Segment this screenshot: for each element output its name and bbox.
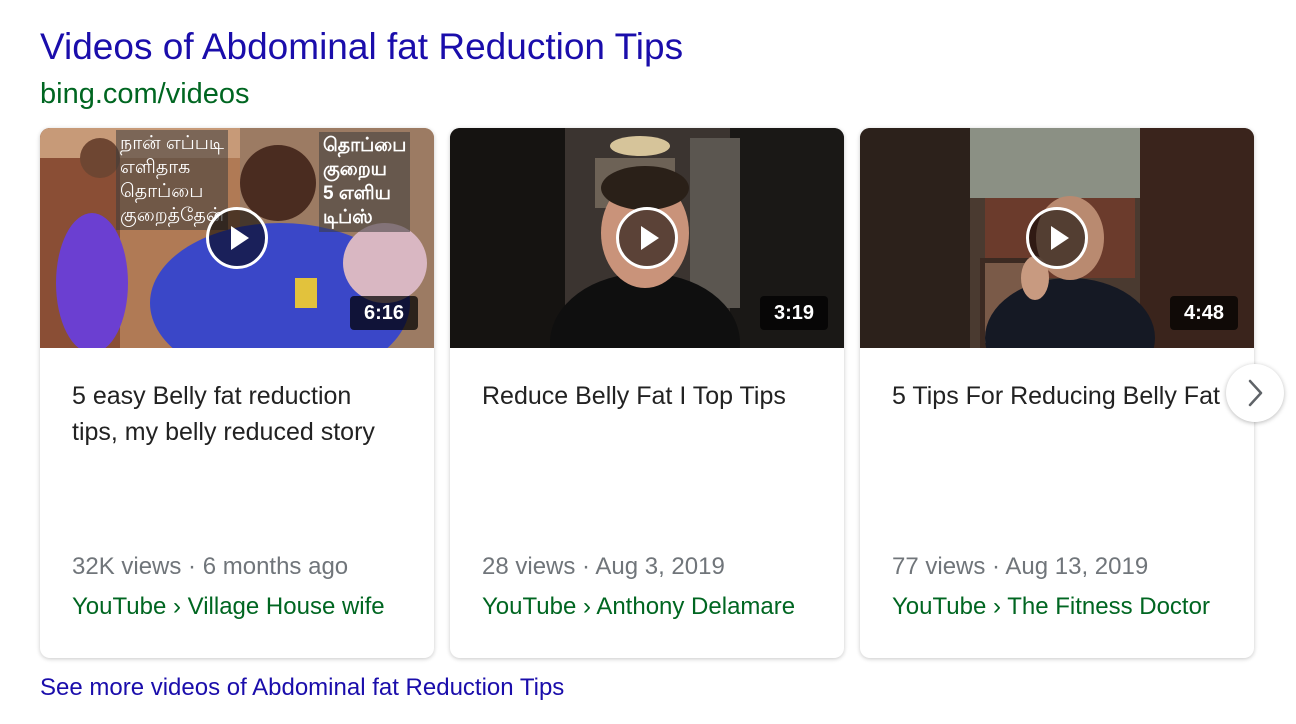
video-source: YouTube › The Fitness Doctor <box>892 593 1210 620</box>
play-icon[interactable] <box>206 207 268 269</box>
video-duration-badge: 6:16 <box>349 296 418 330</box>
video-title[interactable]: 5 easy Belly fat reduction tips, my bell… <box>72 378 402 450</box>
video-thumbnail[interactable]: நான் எப்படி எளிதாக தொப்பை குறைத்தேன் தொப… <box>40 128 434 348</box>
video-thumbnail[interactable]: 4:48 <box>860 128 1254 348</box>
video-title[interactable]: 5 Tips For Reducing Belly Fat <box>892 378 1222 414</box>
play-icon[interactable] <box>616 207 678 269</box>
video-source: YouTube › Anthony Delamare <box>482 593 796 620</box>
video-card-2[interactable]: 3:19 Reduce Belly Fat I Top Tips 28 view… <box>450 128 844 658</box>
video-duration-badge: 4:48 <box>1169 296 1238 330</box>
video-card-1[interactable]: நான் எப்படி எளிதாக தொப்பை குறைத்தேன் தொப… <box>40 128 434 658</box>
chevron-right-icon <box>1248 379 1263 407</box>
play-icon[interactable] <box>1026 207 1088 269</box>
video-meta: 28 views · Aug 3, 2019 <box>482 553 725 580</box>
video-meta: 32K views · 6 months ago <box>72 553 349 580</box>
see-more-videos-link[interactable]: See more videos of Abdominal fat Reducti… <box>40 674 564 702</box>
video-meta: 77 views · Aug 13, 2019 <box>892 553 1149 580</box>
video-card-3[interactable]: 4:48 5 Tips For Reducing Belly Fat 77 vi… <box>860 128 1254 658</box>
video-duration-badge: 3:19 <box>759 296 828 330</box>
carousel-next-button[interactable] <box>1226 364 1284 422</box>
section-source-url: bing.com/videos <box>40 78 250 110</box>
video-source: YouTube › Village House wife <box>72 593 385 620</box>
video-title[interactable]: Reduce Belly Fat I Top Tips <box>482 378 812 414</box>
video-thumbnail[interactable]: 3:19 <box>450 128 844 348</box>
section-title-link[interactable]: Videos of Abdominal fat Reduction Tips <box>40 26 683 68</box>
thumbnail-overlay-text-right: தொப்பை குறைய 5 எளிய டிப்ஸ் <box>319 132 411 232</box>
